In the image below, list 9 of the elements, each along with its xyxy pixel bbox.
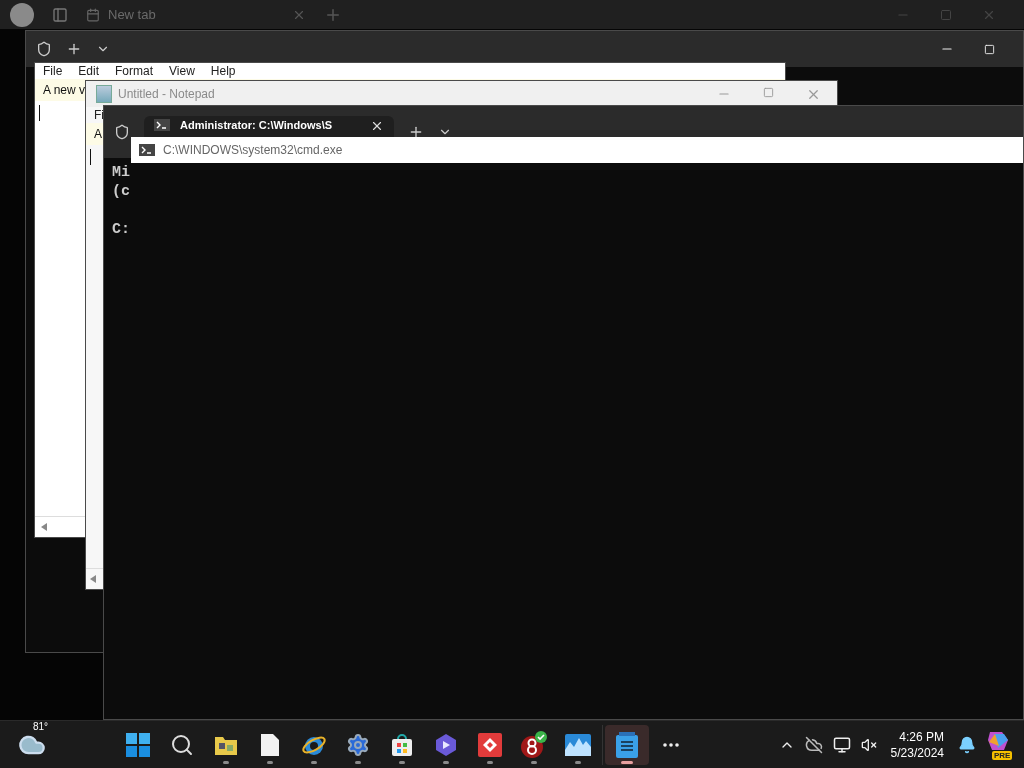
tooltip-text: C:\WINDOWS\system32\cmd.exe <box>163 143 343 157</box>
console-line: (c <box>112 182 131 201</box>
console-prompt: C: <box>112 220 131 239</box>
temperature: 81° <box>33 720 49 732</box>
console-line: Mi <box>112 163 131 182</box>
document-text: A <box>94 127 102 141</box>
window-title: Untitled - Notepad <box>118 87 215 101</box>
pre-badge: PRE <box>992 750 1013 760</box>
document-text: A new v <box>43 83 86 97</box>
